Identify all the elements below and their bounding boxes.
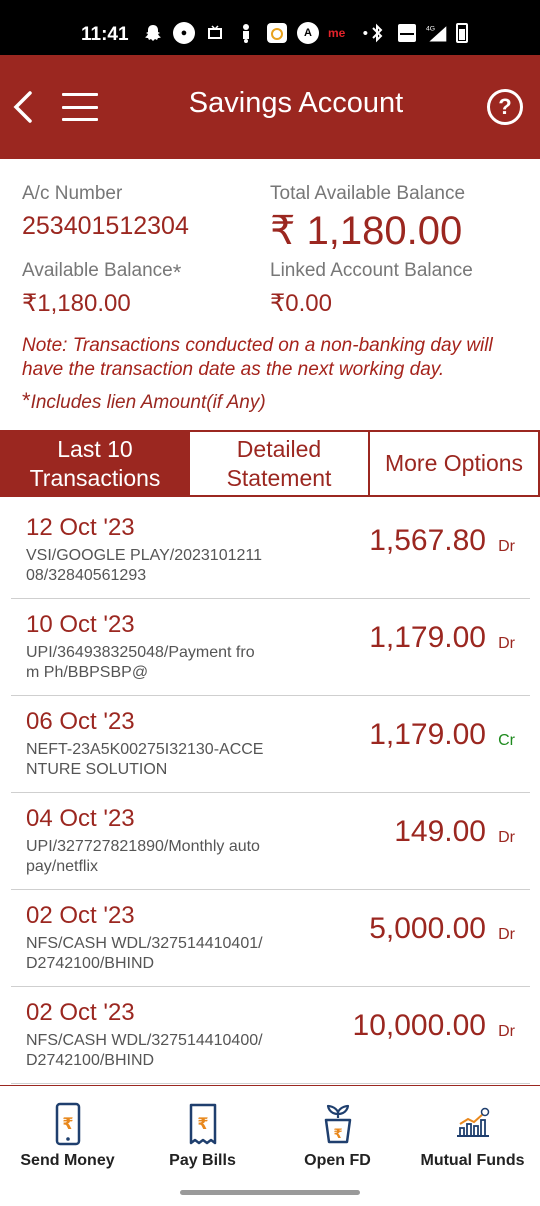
transaction-amount: 1,179.00 <box>369 718 486 751</box>
transaction-type: Dr <box>498 926 515 943</box>
transaction-description: NFS/CASH WDL/327514410400/D2742100/BHIND <box>26 1032 263 1069</box>
linked-balance-label: Linked Account Balance <box>270 260 473 281</box>
transaction-list: 12 Oct '23 VSI/GOOGLE PLAY/202310121108/… <box>0 502 540 1085</box>
home-indicator[interactable] <box>180 1190 360 1195</box>
transaction-date: 10 Oct '23 <box>26 611 135 638</box>
app-icon <box>266 22 288 44</box>
transaction-amount: 10,000.00 <box>352 1009 486 1042</box>
transaction-description: UPI/364938325048/Payment from Ph/BBPSBP@ <box>26 644 255 681</box>
back-button[interactable] <box>10 87 38 127</box>
send-money-button[interactable]: ₹ Send Money <box>0 1086 135 1176</box>
system-icons: 4G <box>366 20 468 46</box>
account-number-label: A/c Number <box>22 183 123 204</box>
status-time: 11:41 <box>81 24 129 45</box>
transaction-tabs: Last 10 Transactions Detailed Statement … <box>0 430 540 497</box>
app-icon: ● <box>173 22 195 44</box>
available-balance: ₹1,180.00 <box>22 290 131 317</box>
send-money-label: Send Money <box>20 1152 115 1169</box>
me-icon: me <box>328 26 346 40</box>
transaction-description: NEFT-23A5K00275I32130-ACCENTURE SOLUTION <box>26 741 264 778</box>
transaction-date-note: Note: Transactions conducted on a non-ba… <box>22 335 493 380</box>
app-header: Savings Account ? <box>0 55 540 159</box>
page-title: Savings Account <box>188 87 404 119</box>
scooter-icon <box>235 22 257 44</box>
app-icon: A <box>297 22 319 44</box>
growth-chart-icon <box>456 1107 489 1137</box>
transaction-date: 04 Oct '23 <box>26 805 135 832</box>
account-number: 253401512304 <box>22 212 189 240</box>
tab-last-10-transactions[interactable]: Last 10 Transactions <box>2 432 188 495</box>
available-balance-label: Available Balance* <box>22 260 182 285</box>
transaction-row[interactable]: 02 Oct '23 NFS/CASH WDL/327514410401/D27… <box>11 890 530 987</box>
linked-balance: ₹0.00 <box>270 290 332 317</box>
svg-text:₹: ₹ <box>333 1127 342 1142</box>
pay-bills-label: Pay Bills <box>169 1152 236 1169</box>
transaction-row[interactable]: 06 Oct '23 NEFT-23A5K00275I32130-ACCENTU… <box>11 696 530 793</box>
help-icon: ? <box>498 94 512 119</box>
chevron-left-icon <box>13 91 32 123</box>
transaction-amount: 5,000.00 <box>369 912 486 945</box>
transaction-description: UPI/327727821890/Monthly autopay/netflix <box>26 838 260 875</box>
total-balance-label: Total Available Balance <box>270 183 466 204</box>
transaction-row[interactable]: 12 Oct '23 VSI/GOOGLE PLAY/202310121108/… <box>11 502 530 599</box>
help-button[interactable]: ? <box>487 89 523 125</box>
transaction-date: 12 Oct '23 <box>26 514 135 541</box>
open-fd-label: Open FD <box>304 1152 371 1169</box>
transaction-amount: 149.00 <box>394 815 486 848</box>
transaction-type: Dr <box>498 635 515 652</box>
transaction-type: Dr <box>498 829 515 846</box>
bottom-nav: ₹ Send Money ₹ Pay Bills ₹ Open FD Mutua… <box>0 1085 540 1206</box>
transaction-date: 06 Oct '23 <box>26 708 135 735</box>
transaction-amount: 1,179.00 <box>369 621 486 654</box>
transaction-description: VSI/GOOGLE PLAY/202310121108/32840561293 <box>26 547 262 584</box>
transaction-type: Dr <box>498 1023 515 1040</box>
transaction-date: 02 Oct '23 <box>26 999 135 1026</box>
mutual-funds-label: Mutual Funds <box>420 1152 525 1169</box>
transaction-type: Cr <box>498 732 515 749</box>
tab-more-options[interactable]: More Options <box>368 432 538 495</box>
bill-rupee-icon: ₹ <box>189 1103 216 1145</box>
transaction-row[interactable]: 04 Oct '23 UPI/327727821890/Monthly auto… <box>11 793 530 890</box>
total-balance: ₹ 1,180.00 <box>270 209 463 253</box>
signal-4g-icon: 4G <box>426 22 448 44</box>
svg-text:₹: ₹ <box>62 1114 73 1133</box>
transaction-row[interactable]: 02 Oct '23 NFS/CASH WDL/327514410400/D27… <box>11 987 530 1084</box>
volte-icon <box>396 22 418 44</box>
transaction-type: Dr <box>498 538 515 555</box>
tv-icon <box>204 22 226 44</box>
hamburger-icon <box>62 93 98 96</box>
transaction-date: 02 Oct '23 <box>26 902 135 929</box>
transaction-amount: 1,567.80 <box>369 524 486 557</box>
snapchat-icon <box>142 22 164 44</box>
status-bar: 11:41 ● A me • 4G <box>0 0 540 55</box>
menu-button[interactable] <box>62 93 98 121</box>
tab-detailed-statement[interactable]: Detailed Statement <box>188 432 368 495</box>
phone-rupee-icon: ₹ <box>55 1102 80 1146</box>
pay-bills-button[interactable]: ₹ Pay Bills <box>135 1086 270 1176</box>
transaction-row[interactable]: 10 Oct '23 UPI/364938325048/Payment from… <box>11 599 530 696</box>
notification-icons: ● A me • <box>142 20 376 46</box>
battery-icon <box>456 23 468 43</box>
mutual-funds-button[interactable]: Mutual Funds <box>405 1086 540 1176</box>
lien-note: *Includes lien Amount(if Any) <box>22 388 266 413</box>
transaction-description: NFS/CASH WDL/327514410401/D2742100/BHIND <box>26 935 263 972</box>
plant-pot-rupee-icon: ₹ <box>324 1104 351 1144</box>
bluetooth-icon <box>366 22 388 44</box>
open-fd-button[interactable]: ₹ Open FD <box>270 1086 405 1176</box>
svg-text:4G: 4G <box>426 25 435 32</box>
svg-text:₹: ₹ <box>197 1114 208 1133</box>
